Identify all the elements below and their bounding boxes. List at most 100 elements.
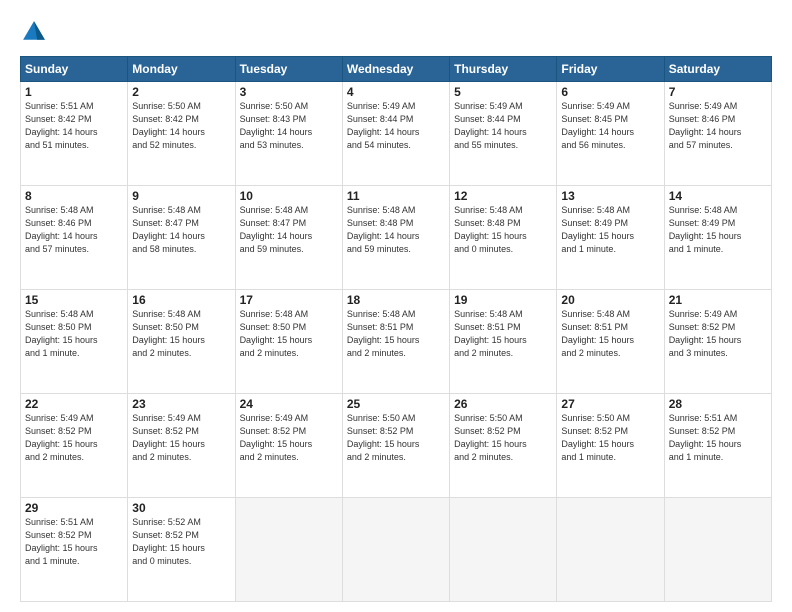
day-number: 24: [240, 397, 338, 411]
col-header-tuesday: Tuesday: [235, 57, 342, 82]
calendar-cell: 25Sunrise: 5:50 AM Sunset: 8:52 PM Dayli…: [342, 394, 449, 498]
day-number: 20: [561, 293, 659, 307]
calendar-cell: 18Sunrise: 5:48 AM Sunset: 8:51 PM Dayli…: [342, 290, 449, 394]
day-info: Sunrise: 5:48 AM Sunset: 8:48 PM Dayligh…: [454, 204, 552, 256]
calendar-cell: [450, 498, 557, 602]
calendar-cell: 11Sunrise: 5:48 AM Sunset: 8:48 PM Dayli…: [342, 186, 449, 290]
calendar-cell: 13Sunrise: 5:48 AM Sunset: 8:49 PM Dayli…: [557, 186, 664, 290]
day-info: Sunrise: 5:49 AM Sunset: 8:44 PM Dayligh…: [347, 100, 445, 152]
day-number: 26: [454, 397, 552, 411]
calendar-cell: [557, 498, 664, 602]
day-info: Sunrise: 5:50 AM Sunset: 8:52 PM Dayligh…: [347, 412, 445, 464]
calendar-cell: 9Sunrise: 5:48 AM Sunset: 8:47 PM Daylig…: [128, 186, 235, 290]
day-number: 11: [347, 189, 445, 203]
day-info: Sunrise: 5:50 AM Sunset: 8:52 PM Dayligh…: [454, 412, 552, 464]
day-info: Sunrise: 5:48 AM Sunset: 8:50 PM Dayligh…: [25, 308, 123, 360]
calendar-cell: 12Sunrise: 5:48 AM Sunset: 8:48 PM Dayli…: [450, 186, 557, 290]
day-number: 15: [25, 293, 123, 307]
day-number: 8: [25, 189, 123, 203]
col-header-thursday: Thursday: [450, 57, 557, 82]
calendar-cell: 2Sunrise: 5:50 AM Sunset: 8:42 PM Daylig…: [128, 82, 235, 186]
calendar-cell: 3Sunrise: 5:50 AM Sunset: 8:43 PM Daylig…: [235, 82, 342, 186]
day-info: Sunrise: 5:48 AM Sunset: 8:49 PM Dayligh…: [561, 204, 659, 256]
day-number: 12: [454, 189, 552, 203]
calendar-cell: 28Sunrise: 5:51 AM Sunset: 8:52 PM Dayli…: [664, 394, 771, 498]
calendar-cell: 7Sunrise: 5:49 AM Sunset: 8:46 PM Daylig…: [664, 82, 771, 186]
calendar-cell: 19Sunrise: 5:48 AM Sunset: 8:51 PM Dayli…: [450, 290, 557, 394]
day-number: 14: [669, 189, 767, 203]
day-number: 13: [561, 189, 659, 203]
calendar-cell: 21Sunrise: 5:49 AM Sunset: 8:52 PM Dayli…: [664, 290, 771, 394]
day-number: 21: [669, 293, 767, 307]
calendar-cell: 30Sunrise: 5:52 AM Sunset: 8:52 PM Dayli…: [128, 498, 235, 602]
calendar-cell: 29Sunrise: 5:51 AM Sunset: 8:52 PM Dayli…: [21, 498, 128, 602]
calendar-cell: [664, 498, 771, 602]
day-number: 30: [132, 501, 230, 515]
calendar-cell: 22Sunrise: 5:49 AM Sunset: 8:52 PM Dayli…: [21, 394, 128, 498]
col-header-saturday: Saturday: [664, 57, 771, 82]
day-number: 4: [347, 85, 445, 99]
day-number: 18: [347, 293, 445, 307]
day-info: Sunrise: 5:49 AM Sunset: 8:52 PM Dayligh…: [240, 412, 338, 464]
day-number: 9: [132, 189, 230, 203]
day-number: 22: [25, 397, 123, 411]
day-info: Sunrise: 5:48 AM Sunset: 8:47 PM Dayligh…: [240, 204, 338, 256]
calendar-cell: 6Sunrise: 5:49 AM Sunset: 8:45 PM Daylig…: [557, 82, 664, 186]
calendar-cell: 26Sunrise: 5:50 AM Sunset: 8:52 PM Dayli…: [450, 394, 557, 498]
day-info: Sunrise: 5:51 AM Sunset: 8:52 PM Dayligh…: [25, 516, 123, 568]
day-info: Sunrise: 5:49 AM Sunset: 8:44 PM Dayligh…: [454, 100, 552, 152]
calendar-cell: 27Sunrise: 5:50 AM Sunset: 8:52 PM Dayli…: [557, 394, 664, 498]
calendar-cell: [235, 498, 342, 602]
calendar-cell: 16Sunrise: 5:48 AM Sunset: 8:50 PM Dayli…: [128, 290, 235, 394]
day-info: Sunrise: 5:48 AM Sunset: 8:51 PM Dayligh…: [347, 308, 445, 360]
day-number: 17: [240, 293, 338, 307]
calendar-cell: 14Sunrise: 5:48 AM Sunset: 8:49 PM Dayli…: [664, 186, 771, 290]
day-number: 19: [454, 293, 552, 307]
day-number: 16: [132, 293, 230, 307]
day-number: 25: [347, 397, 445, 411]
day-number: 3: [240, 85, 338, 99]
col-header-wednesday: Wednesday: [342, 57, 449, 82]
day-number: 10: [240, 189, 338, 203]
calendar-cell: 23Sunrise: 5:49 AM Sunset: 8:52 PM Dayli…: [128, 394, 235, 498]
day-number: 6: [561, 85, 659, 99]
header: [20, 18, 772, 46]
day-info: Sunrise: 5:48 AM Sunset: 8:47 PM Dayligh…: [132, 204, 230, 256]
col-header-sunday: Sunday: [21, 57, 128, 82]
page: SundayMondayTuesdayWednesdayThursdayFrid…: [0, 0, 792, 612]
day-info: Sunrise: 5:48 AM Sunset: 8:51 PM Dayligh…: [561, 308, 659, 360]
day-info: Sunrise: 5:49 AM Sunset: 8:52 PM Dayligh…: [25, 412, 123, 464]
day-info: Sunrise: 5:50 AM Sunset: 8:42 PM Dayligh…: [132, 100, 230, 152]
calendar-cell: 1Sunrise: 5:51 AM Sunset: 8:42 PM Daylig…: [21, 82, 128, 186]
day-info: Sunrise: 5:52 AM Sunset: 8:52 PM Dayligh…: [132, 516, 230, 568]
calendar-cell: [342, 498, 449, 602]
calendar-cell: 10Sunrise: 5:48 AM Sunset: 8:47 PM Dayli…: [235, 186, 342, 290]
day-info: Sunrise: 5:49 AM Sunset: 8:52 PM Dayligh…: [132, 412, 230, 464]
day-info: Sunrise: 5:51 AM Sunset: 8:52 PM Dayligh…: [669, 412, 767, 464]
day-info: Sunrise: 5:48 AM Sunset: 8:51 PM Dayligh…: [454, 308, 552, 360]
day-info: Sunrise: 5:50 AM Sunset: 8:43 PM Dayligh…: [240, 100, 338, 152]
calendar-table: SundayMondayTuesdayWednesdayThursdayFrid…: [20, 56, 772, 602]
day-info: Sunrise: 5:48 AM Sunset: 8:50 PM Dayligh…: [132, 308, 230, 360]
calendar-cell: 5Sunrise: 5:49 AM Sunset: 8:44 PM Daylig…: [450, 82, 557, 186]
logo: [20, 18, 52, 46]
day-number: 1: [25, 85, 123, 99]
calendar-cell: 20Sunrise: 5:48 AM Sunset: 8:51 PM Dayli…: [557, 290, 664, 394]
day-info: Sunrise: 5:50 AM Sunset: 8:52 PM Dayligh…: [561, 412, 659, 464]
day-info: Sunrise: 5:48 AM Sunset: 8:50 PM Dayligh…: [240, 308, 338, 360]
day-number: 7: [669, 85, 767, 99]
col-header-friday: Friday: [557, 57, 664, 82]
day-info: Sunrise: 5:48 AM Sunset: 8:46 PM Dayligh…: [25, 204, 123, 256]
day-info: Sunrise: 5:49 AM Sunset: 8:46 PM Dayligh…: [669, 100, 767, 152]
day-number: 27: [561, 397, 659, 411]
day-number: 2: [132, 85, 230, 99]
day-info: Sunrise: 5:51 AM Sunset: 8:42 PM Dayligh…: [25, 100, 123, 152]
day-number: 29: [25, 501, 123, 515]
day-number: 23: [132, 397, 230, 411]
calendar-cell: 17Sunrise: 5:48 AM Sunset: 8:50 PM Dayli…: [235, 290, 342, 394]
day-info: Sunrise: 5:48 AM Sunset: 8:49 PM Dayligh…: [669, 204, 767, 256]
logo-icon: [20, 18, 48, 46]
day-number: 28: [669, 397, 767, 411]
calendar-cell: 4Sunrise: 5:49 AM Sunset: 8:44 PM Daylig…: [342, 82, 449, 186]
day-info: Sunrise: 5:49 AM Sunset: 8:45 PM Dayligh…: [561, 100, 659, 152]
